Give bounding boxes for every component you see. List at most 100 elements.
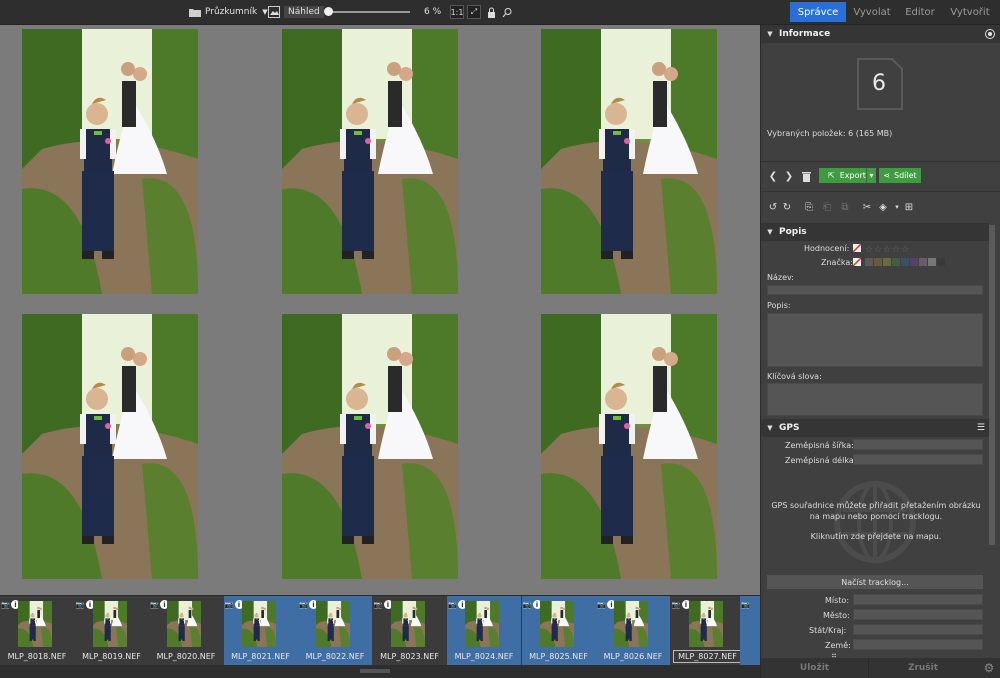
chevron-left-icon[interactable]: ❮ <box>767 170 779 182</box>
selected-items-text: Vybraných položek: 6 (165 MB) <box>767 129 893 138</box>
filmstrip-item[interactable]: 📷 i MLP_8018.NEF <box>0 596 74 666</box>
tab-vytvorit[interactable]: Vytvořit <box>944 2 996 22</box>
no-rating-icon[interactable] <box>853 244 861 252</box>
vertical-scrollbar[interactable] <box>989 225 995 545</box>
fit-screen-icon[interactable]: ⤢ <box>467 5 481 19</box>
tag-color-swatch[interactable] <box>927 258 936 266</box>
batch-dropdown-icon[interactable]: ▾ <box>891 201 903 213</box>
star-icon[interactable]: ☆ <box>883 246 892 255</box>
city-field[interactable] <box>853 609 983 620</box>
country-field[interactable] <box>853 639 983 650</box>
filmstrip-filename: MLP_8024.NEF <box>454 652 514 661</box>
explorer-dropdown[interactable]: Průzkumník ▼ <box>189 4 268 20</box>
preview-toggle[interactable]: Náhled <box>268 4 324 20</box>
keywords-label: Klíčová slova: <box>767 372 822 381</box>
filmstrip-thumbnail <box>465 601 499 647</box>
description-field[interactable] <box>767 313 983 367</box>
photo-thumbnail[interactable] <box>541 29 717 294</box>
filmstrip-filename: MLP_8022.NEF <box>305 652 365 661</box>
tag-color-swatch[interactable] <box>900 258 909 266</box>
paste-icon[interactable]: ⎗ <box>821 201 833 213</box>
camera-icon: 📷 <box>671 600 681 609</box>
no-tag-icon[interactable] <box>853 258 861 266</box>
tag-color-swatch[interactable] <box>918 258 927 266</box>
zoom-search-icon[interactable] <box>500 5 514 19</box>
photo-thumbnail[interactable] <box>541 314 717 579</box>
star-icon[interactable]: ☆ <box>892 246 901 255</box>
photo-thumbnail[interactable] <box>22 314 198 579</box>
explorer-label: Průzkumník <box>205 7 258 17</box>
info-section-header[interactable]: ▼ Informace <box>761 25 1000 43</box>
filmstrip-item[interactable]: 📷 i MLP_8022.NEF <box>298 596 372 666</box>
save-button[interactable]: Uložit <box>761 658 869 678</box>
chevron-down-icon: ▼ <box>262 8 268 16</box>
load-tracklog-button[interactable]: Načíst tracklog... <box>767 575 983 589</box>
tag-color-swatch[interactable] <box>882 258 891 266</box>
map-link[interactable]: Kliknutím zde přejdete na mapu. <box>769 532 983 541</box>
add-icon[interactable]: ⊞ <box>903 201 915 213</box>
filmstrip-item[interactable]: 📷 i MLP_8019.NEF <box>75 596 149 666</box>
filmstrip-item[interactable]: 📷 i MLP_8026.NEF <box>596 596 670 666</box>
keywords-field[interactable] <box>767 383 983 416</box>
tag-color-swatch[interactable] <box>909 258 918 266</box>
filmstrip-item[interactable]: 📷 i MLP_8023.NEF <box>373 596 447 666</box>
cancel-button[interactable]: Zrušit <box>869 658 977 678</box>
state-field[interactable] <box>853 624 983 635</box>
export-dropdown[interactable]: ▾ <box>866 168 876 183</box>
tag-color-swatch[interactable] <box>873 258 882 266</box>
filmstrip-item[interactable]: 📷 i MLP_8020.NEF <box>149 596 223 666</box>
record-icon[interactable] <box>985 29 995 39</box>
filmstrip-item[interactable]: 📷 i MLP_8027.NEF <box>671 596 745 666</box>
camera-icon: 📷 <box>373 600 383 609</box>
chevron-right-icon[interactable]: ❯ <box>783 170 795 182</box>
camera-icon: 📷 <box>741 600 750 609</box>
share-button[interactable]: ⋖ Sdílet <box>879 168 921 183</box>
copy-icon[interactable]: ⎘ <box>803 201 815 213</box>
actual-size-icon[interactable]: 1:1 <box>450 5 464 19</box>
rotate-left-icon[interactable]: ↺ <box>767 201 779 213</box>
popis-section-header[interactable]: ▼ Popis <box>761 223 989 241</box>
tag-color-picker[interactable] <box>853 258 946 269</box>
tab-vyvolat[interactable]: Vyvolat <box>848 2 896 22</box>
filmstrip-thumbnail <box>241 601 276 647</box>
star-icon[interactable]: ☆ <box>901 246 910 255</box>
tab-editor[interactable]: Editor <box>898 2 942 22</box>
globe-icon[interactable] <box>833 480 917 564</box>
name-field[interactable] <box>767 285 983 295</box>
filmstrip-filename: MLP_8019.NEF <box>82 652 141 661</box>
tools-icon[interactable]: ✂ <box>861 201 873 213</box>
filmstrip: 📷 i MLP_8018.NEF 📷 i MLP_8019.NEF 📷 i ML… <box>0 595 760 666</box>
gps-section-header[interactable]: ▼ GPS ☰ <box>761 419 989 437</box>
longitude-field[interactable] <box>853 454 983 465</box>
filmstrip-item-partial[interactable]: 📷 <box>740 596 760 666</box>
state-label: Stát/Kraj: <box>809 626 847 635</box>
tag-color-swatch[interactable] <box>864 258 873 266</box>
tag-color-swatch[interactable] <box>936 258 945 266</box>
batch-icon[interactable]: ◈ <box>877 201 889 213</box>
tag-color-swatch[interactable] <box>891 258 900 266</box>
scrollbar-grip[interactable] <box>360 669 390 673</box>
place-field[interactable] <box>853 594 983 605</box>
horizontal-scrollbar[interactable] <box>0 665 760 678</box>
filmstrip-thumbnail <box>316 601 350 647</box>
filmstrip-filename: MLP_8025.NEF <box>529 652 588 661</box>
star-icon[interactable]: ☆ <box>865 246 874 255</box>
star-icon[interactable]: ☆ <box>874 246 883 255</box>
filmstrip-item[interactable]: 📷 i MLP_8021.NEF <box>223 596 298 666</box>
zoom-slider-track[interactable] <box>328 11 410 13</box>
photo-thumbnail[interactable] <box>22 29 198 294</box>
rating-stars[interactable]: ☆☆☆☆☆ <box>853 244 910 255</box>
menu-icon[interactable]: ☰ <box>977 423 985 433</box>
latitude-field[interactable] <box>853 439 983 450</box>
photo-thumbnail[interactable] <box>282 29 458 294</box>
gear-icon[interactable]: ⚙ <box>977 658 1000 678</box>
rotate-right-icon[interactable]: ↻ <box>781 201 793 213</box>
zoom-slider-knob[interactable] <box>324 7 333 16</box>
filmstrip-item[interactable]: 📷 i MLP_8025.NEF <box>521 596 596 666</box>
duplicate-icon[interactable]: ⧉ <box>839 201 851 213</box>
trash-icon[interactable] <box>800 170 812 182</box>
tab-spravce[interactable]: Správce <box>790 2 846 22</box>
filmstrip-item[interactable]: 📷 i MLP_8024.NEF <box>447 596 521 666</box>
lock-icon[interactable] <box>484 5 498 19</box>
photo-thumbnail[interactable] <box>282 314 458 579</box>
